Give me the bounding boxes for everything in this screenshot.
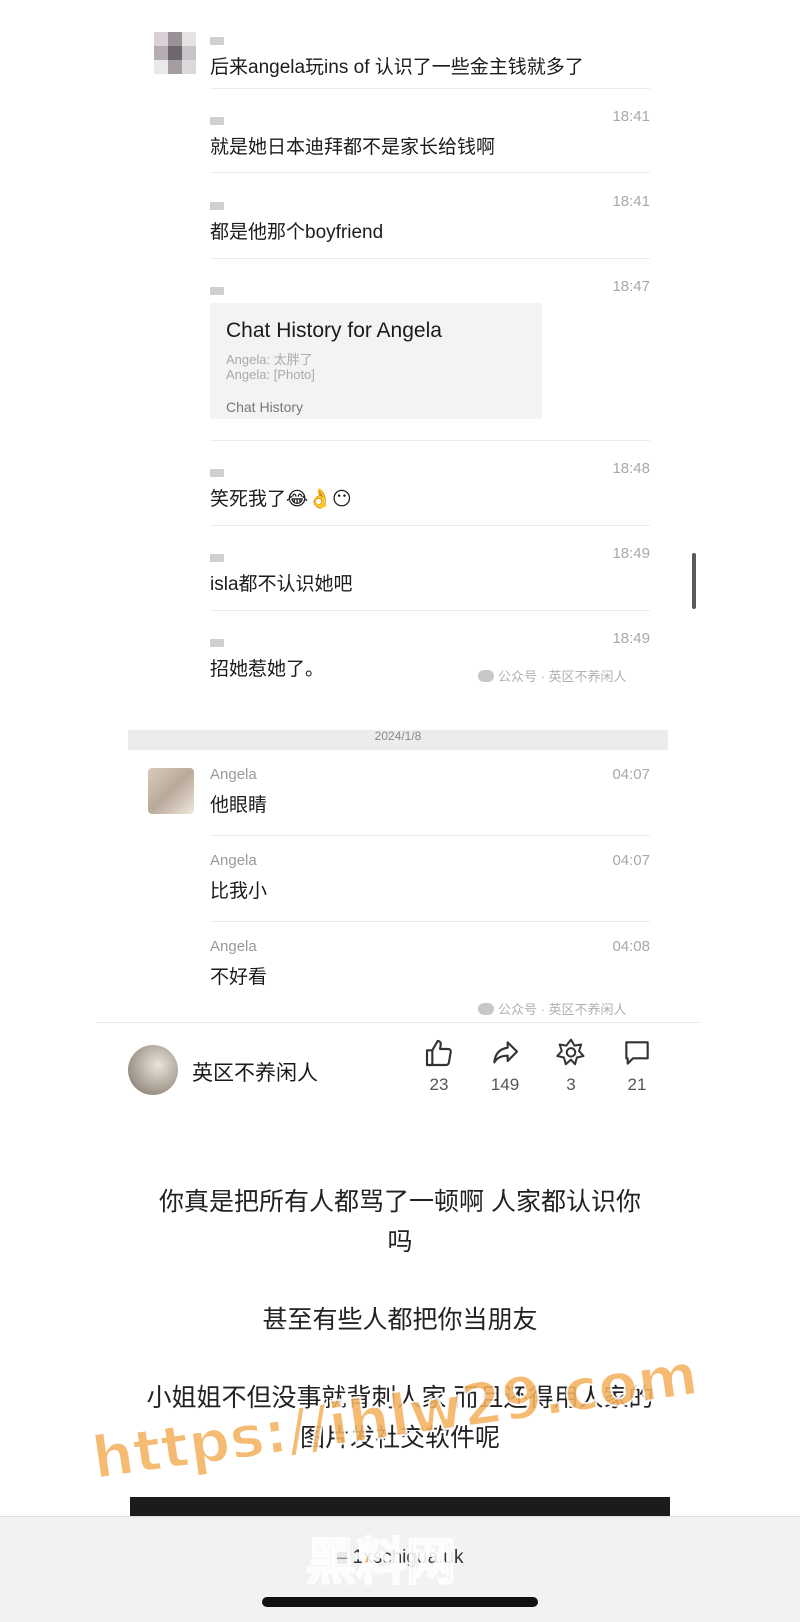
message-text: 都是他那个boyfriend bbox=[210, 222, 384, 243]
divider bbox=[210, 610, 650, 611]
message-time: 18:48 bbox=[612, 460, 650, 477]
scroll-indicator[interactable] bbox=[692, 553, 696, 609]
share-button[interactable]: 149 bbox=[480, 1037, 530, 1095]
message-time: 04:07 bbox=[612, 852, 650, 869]
author-avatar[interactable] bbox=[128, 1045, 178, 1095]
chat-message: Angela 04:07 比我小 bbox=[210, 852, 650, 902]
chat-history-card[interactable]: Chat History for Angela Angela: 太胖了 Ange… bbox=[210, 303, 542, 419]
sender-name-redacted bbox=[210, 549, 224, 566]
wechat-watermark: 公众号 · 英区不养闲人 bbox=[478, 999, 627, 1018]
comment-line: 吗 bbox=[387, 1228, 413, 1256]
message-time: 04:07 bbox=[612, 766, 650, 783]
angela-avatar bbox=[148, 768, 194, 814]
comment-line: 你真是把所有人都骂了一顿啊 人家都认识你 bbox=[159, 1188, 641, 1216]
star-icon bbox=[556, 1038, 585, 1066]
thumbs-up-icon bbox=[425, 1039, 452, 1067]
card-preview-line: Angela: 太胖了 bbox=[226, 352, 313, 367]
card-preview-line: Angela: [Photo] bbox=[226, 367, 315, 382]
sender-name-redacted bbox=[210, 32, 224, 49]
home-indicator[interactable] bbox=[262, 1597, 538, 1607]
wechat-icon bbox=[478, 670, 494, 682]
wechat-watermark: 公众号 · 英区不养闲人 bbox=[478, 666, 627, 685]
pixelated-avatar bbox=[154, 32, 196, 74]
message-text: 比我小 bbox=[210, 881, 268, 902]
date-divider: 2024/1/8 bbox=[128, 730, 668, 750]
sender-name-redacted bbox=[210, 464, 224, 481]
comment-button[interactable]: 21 bbox=[612, 1037, 662, 1095]
sender-name-redacted bbox=[210, 282, 224, 299]
sender-name-redacted bbox=[210, 197, 224, 214]
address-bar[interactable]: 1xschigua.uk bbox=[0, 1547, 800, 1569]
message-time: 04:08 bbox=[612, 938, 650, 955]
comment-icon bbox=[625, 1041, 649, 1065]
favorite-button[interactable]: 3 bbox=[546, 1037, 596, 1095]
author-name[interactable]: 英区不养闲人 bbox=[192, 1057, 318, 1087]
card-title: Chat History for Angela bbox=[226, 319, 442, 342]
message-text: 他眼睛 bbox=[210, 795, 268, 816]
sender-name-redacted bbox=[210, 634, 224, 651]
message-text: 笑死我了😂👌😶 bbox=[210, 489, 352, 510]
post-author-bar: 英区不养闲人 23 149 3 21 bbox=[96, 1022, 700, 1122]
chat-history-screenshot: 后来angela玩ins of 认识了一些金主钱就多了 18:41 就是她日本迪… bbox=[0, 0, 800, 1030]
comment-count: 21 bbox=[627, 1075, 647, 1094]
divider bbox=[210, 172, 650, 173]
like-button[interactable]: 23 bbox=[414, 1037, 464, 1095]
message-time: 18:41 bbox=[612, 108, 650, 125]
chat-message: 18:41 都是他那个boyfriend bbox=[210, 193, 650, 243]
divider bbox=[210, 921, 650, 922]
favorite-count: 3 bbox=[566, 1075, 576, 1094]
card-footer: Chat History bbox=[226, 399, 304, 415]
chat-message: 18:41 就是她日本迪拜都不是家长给钱啊 bbox=[210, 108, 650, 158]
message-text: 后来angela玩ins of 认识了一些金主钱就多了 bbox=[210, 57, 584, 78]
divider bbox=[210, 525, 650, 526]
chat-message: 后来angela玩ins of 认识了一些金主钱就多了 bbox=[210, 30, 650, 78]
url-text: 1xschigua.uk bbox=[352, 1547, 464, 1568]
message-text: 就是她日本迪拜都不是家长给钱啊 bbox=[210, 137, 496, 158]
browser-bottom-bar: 1xschigua.uk bbox=[0, 1516, 800, 1622]
comment-line: 图片发社交软件呢 bbox=[299, 1424, 500, 1452]
comment-line: 小姐姐不但没事就背刺人家 而且还得用人家的 bbox=[146, 1384, 654, 1412]
share-count: 149 bbox=[490, 1075, 520, 1094]
image-edge bbox=[130, 1497, 670, 1517]
chat-message: 18:47 bbox=[210, 278, 650, 298]
message-time: 18:49 bbox=[612, 630, 650, 647]
sender-name-redacted bbox=[210, 112, 224, 129]
like-count: 23 bbox=[429, 1075, 449, 1094]
message-text: isla都不认识她吧 bbox=[210, 574, 353, 595]
chat-message: 18:48 笑死我了😂👌😶 bbox=[210, 460, 650, 510]
chat-message: 18:49 isla都不认识她吧 bbox=[210, 545, 650, 595]
share-icon bbox=[493, 1041, 519, 1064]
message-time: 18:41 bbox=[612, 193, 650, 210]
sender-name: Angela bbox=[210, 938, 257, 955]
divider bbox=[210, 835, 650, 836]
chat-message: Angela 04:08 不好看 bbox=[210, 938, 650, 988]
divider bbox=[210, 88, 650, 89]
message-text: 不好看 bbox=[210, 967, 268, 988]
message-time: 18:47 bbox=[612, 278, 650, 295]
message-text: 招她惹她了。 bbox=[210, 659, 325, 680]
divider bbox=[210, 440, 650, 441]
sender-name: Angela bbox=[210, 852, 257, 869]
wechat-icon bbox=[478, 1003, 494, 1015]
message-time: 18:49 bbox=[612, 545, 650, 562]
divider bbox=[210, 258, 650, 259]
comment-line: 甚至有些人都把你当朋友 bbox=[262, 1306, 538, 1334]
sender-name: Angela bbox=[210, 766, 257, 783]
chat-message: Angela 04:07 他眼睛 bbox=[210, 766, 650, 816]
lock-icon bbox=[336, 1552, 347, 1564]
